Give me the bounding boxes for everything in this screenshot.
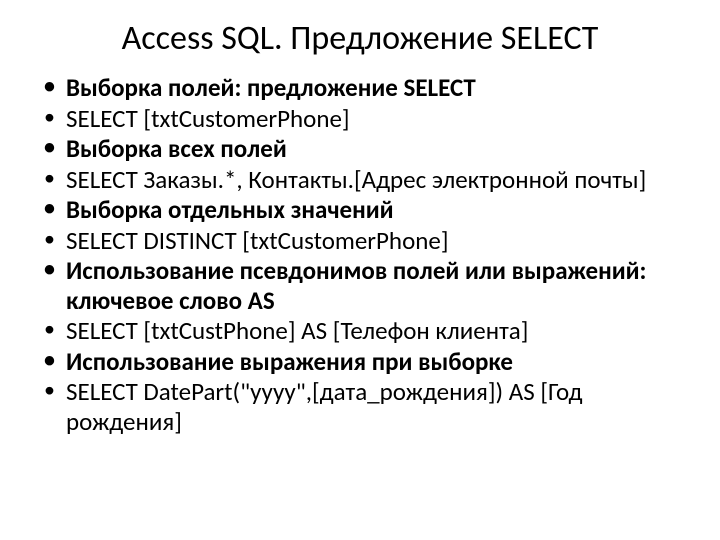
list-item: SELECT Заказы.*, Контакты.[Адрес электро… xyxy=(40,165,680,195)
list-item: Использование псевдонимов полей или выра… xyxy=(40,256,680,315)
list-item: Выборка всех полей xyxy=(40,134,680,164)
list-item: SELECT DatePart("yyyy",[дата_рождения]) … xyxy=(40,377,680,436)
list-item: Выборка отдельных значений xyxy=(40,195,680,225)
list-item-text: SELECT [txtCustPhone] AS [Телефон клиент… xyxy=(66,315,528,346)
list-item-text: Выборка всех полей xyxy=(66,133,287,164)
list-item-text: Выборка полей: предложение SELECT xyxy=(66,72,476,103)
list-item: SELECT DISTINCT [txtCustomerPhone] xyxy=(40,226,680,256)
list-item-text: SELECT DatePart("yyyy",[дата_рождения]) … xyxy=(66,376,583,437)
list-item-text: SELECT [txtCustomerPhone] xyxy=(66,103,350,134)
list-item: SELECT [txtCustomerPhone] xyxy=(40,104,680,134)
list-item: Выборка полей: предложение SELECT xyxy=(40,73,680,103)
bullet-list: Выборка полей: предложение SELECT SELECT… xyxy=(40,73,680,436)
list-item-text: Использование выражения при выборке xyxy=(66,346,513,377)
list-item: Использование выражения при выборке xyxy=(40,347,680,377)
list-item-text: SELECT DISTINCT [txtCustomerPhone] xyxy=(66,225,449,256)
slide-title: Access SQL. Предложение SELECT xyxy=(40,18,680,59)
list-item-text: Выборка отдельных значений xyxy=(66,194,394,225)
list-item-text: SELECT Заказы.*, Контакты.[Адрес электро… xyxy=(66,164,646,195)
list-item: SELECT [txtCustPhone] AS [Телефон клиент… xyxy=(40,316,680,346)
list-item-text: Использование псевдонимов полей или выра… xyxy=(66,255,646,316)
